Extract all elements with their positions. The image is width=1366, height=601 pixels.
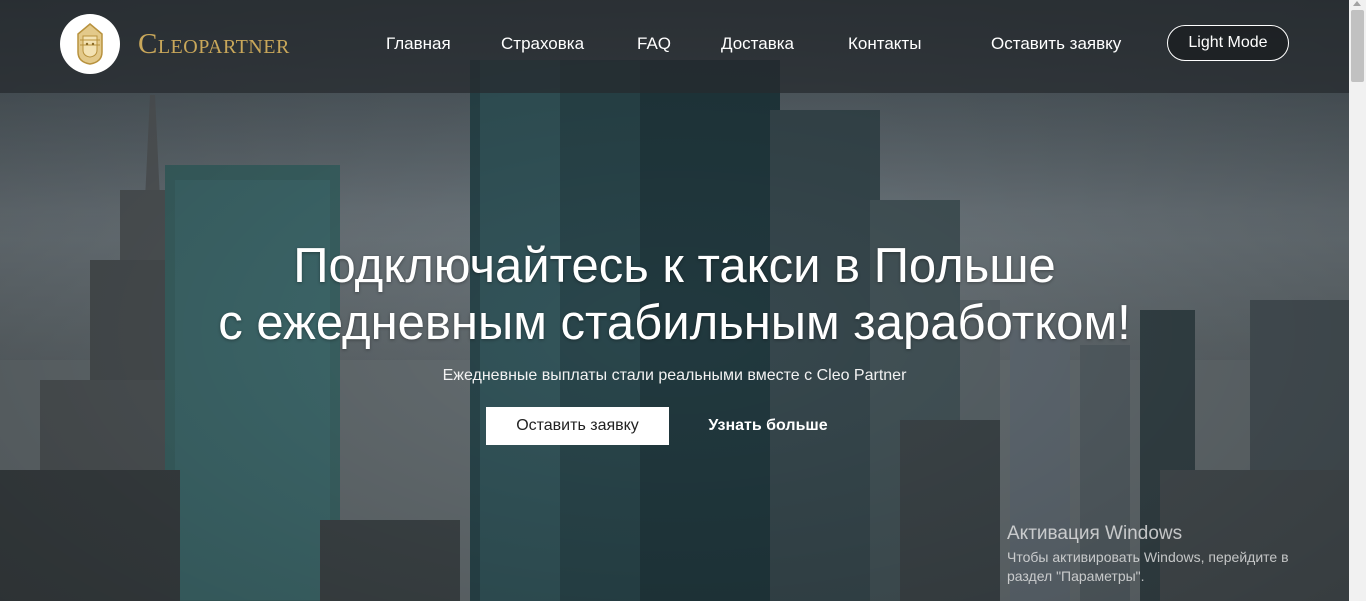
nav-delivery-link[interactable]: Доставка xyxy=(721,34,794,54)
headline-line-2: с ежедневным стабильным заработком! xyxy=(218,296,1131,350)
page-scrollbar[interactable] xyxy=(1349,0,1366,601)
headline-line-1: Подключайтесь к такси в Польше xyxy=(293,239,1056,293)
nav-contacts-link[interactable]: Контакты xyxy=(848,34,921,54)
nav-insurance-link[interactable]: Страховка xyxy=(501,34,584,54)
logo[interactable] xyxy=(60,14,120,74)
nav-home-link[interactable]: Главная xyxy=(386,34,451,54)
learn-more-button[interactable]: Узнать больше xyxy=(690,407,846,445)
brand-name[interactable]: Cleopartner xyxy=(138,28,290,61)
top-navbar: Cleopartner Главная Страховка FAQ Достав… xyxy=(0,0,1349,93)
hero-headline: Подключайтесь к такси в Польше с ежеднев… xyxy=(0,238,1349,352)
activation-title: Активация Windows xyxy=(1007,523,1183,544)
pharaoh-icon xyxy=(77,23,103,65)
nav-apply-link[interactable]: Оставить заявку xyxy=(991,34,1121,54)
light-mode-toggle[interactable]: Light Mode xyxy=(1167,25,1289,61)
nav-faq-link[interactable]: FAQ xyxy=(637,34,671,54)
activation-text: Чтобы активировать Windows, перейдите в … xyxy=(1007,549,1289,584)
apply-button[interactable]: Оставить заявку xyxy=(486,407,669,445)
scrollbar-thumb[interactable] xyxy=(1351,10,1364,82)
hero-subheadline: Ежедневные выплаты стали реальными вмест… xyxy=(442,367,907,384)
scroll-up-icon[interactable] xyxy=(1353,1,1361,6)
windows-activation-watermark: Активация Windows Чтобы активировать Win… xyxy=(1007,523,1317,586)
